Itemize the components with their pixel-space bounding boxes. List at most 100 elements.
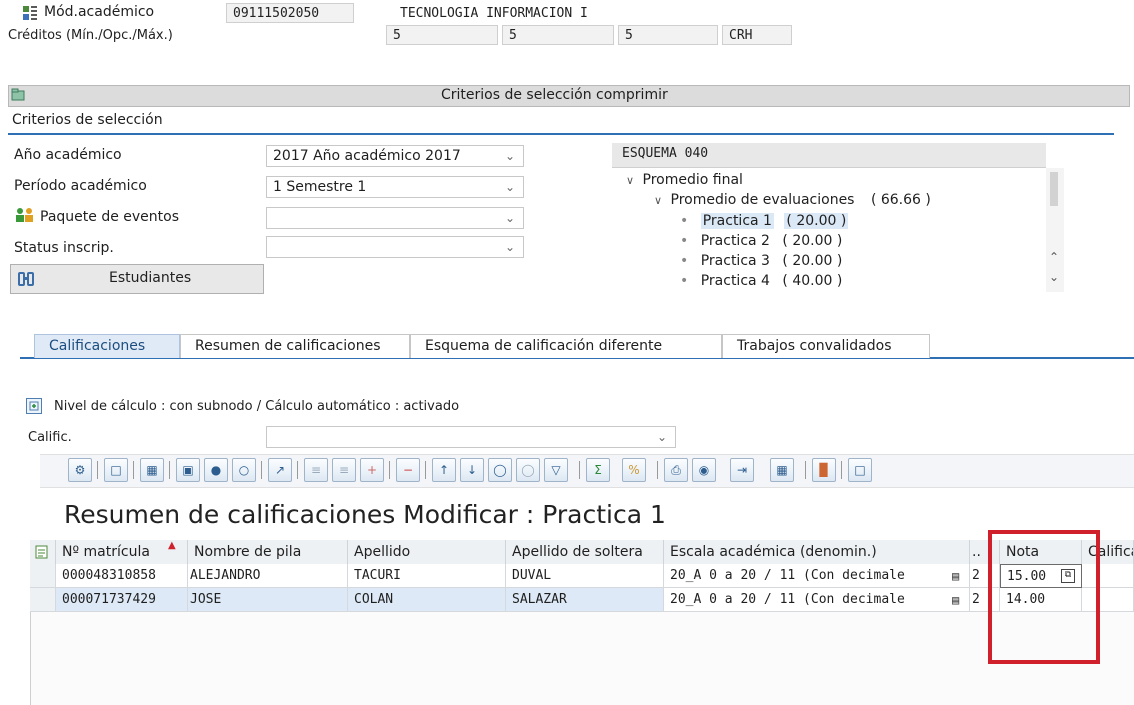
- bullet-icon: •: [680, 273, 689, 289]
- paquete-select[interactable]: ⌄: [266, 207, 524, 229]
- chevron-down-icon[interactable]: ⌄: [657, 427, 667, 447]
- select-all-icon[interactable]: [34, 544, 50, 560]
- row-selector[interactable]: [30, 588, 56, 612]
- ano-select[interactable]: 2017 Año académico 2017 ⌄: [266, 145, 524, 167]
- insert-row-icon[interactable]: ≡: [332, 458, 356, 482]
- periodo-label: Período académico: [14, 178, 147, 194]
- creditos-label: Créditos (Mín./Opc./Máx.): [8, 28, 173, 43]
- save-icon[interactable]: □: [104, 458, 128, 482]
- sort-ascending-icon[interactable]: ↑: [432, 458, 456, 482]
- find-icon[interactable]: ◯: [488, 458, 512, 482]
- value-help-icon[interactable]: ▤: [952, 588, 959, 611]
- cell-apellido: TACURI: [348, 564, 506, 588]
- tree-child-label: Promedio de evaluaciones: [670, 192, 855, 208]
- tab-esquema-diferente[interactable]: Esquema de calificación diferente: [410, 334, 722, 358]
- export-menu-icon[interactable]: ⇥: [730, 458, 754, 482]
- toolbar-separator: [133, 461, 134, 479]
- col-header-soltera[interactable]: Apellido de soltera: [506, 540, 664, 564]
- toolbar-separator: [297, 461, 298, 479]
- cell-escala[interactable]: 20_A 0 a 20 / 11 (Con decimale ▤: [664, 564, 970, 588]
- scheme-scrollbar[interactable]: ⌃ ⌄: [1046, 168, 1064, 292]
- ano-value: 2017 Año académico 2017: [273, 148, 461, 164]
- cred-opc-field: 5: [502, 25, 614, 45]
- criteria-divider: [8, 133, 1114, 135]
- row-selector[interactable]: [30, 564, 56, 588]
- chevron-down-icon[interactable]: ⌄: [505, 208, 515, 228]
- tree-item-value: ( 20.00 ): [784, 213, 849, 229]
- periodo-value: 1 Semestre 1: [273, 179, 367, 195]
- chevron-down-icon[interactable]: ⌄: [505, 177, 515, 197]
- col-header-matricula[interactable]: Nº matrícula ▲: [56, 540, 188, 564]
- tree-item[interactable]: • Practica 1 ( 20.00 ): [680, 213, 849, 229]
- expand-icon[interactable]: [26, 398, 42, 414]
- print-icon[interactable]: ⎙: [664, 458, 688, 482]
- bullet-icon: •: [680, 213, 689, 229]
- calific-select[interactable]: ⌄: [266, 426, 676, 448]
- ano-label: Año académico: [14, 147, 122, 163]
- calculator-icon[interactable]: ▦: [140, 458, 164, 482]
- chevron-down-icon[interactable]: ⌄: [505, 237, 515, 257]
- details-icon[interactable]: ⚙: [68, 458, 92, 482]
- copy-row-icon[interactable]: ≡: [304, 458, 328, 482]
- cell-matricula: 000048310858: [56, 564, 188, 588]
- tree-item-value: ( 20.00 ): [782, 233, 843, 249]
- scrollbar-thumb[interactable]: [1050, 172, 1058, 206]
- col-header-nombre[interactable]: Nombre de pila: [188, 540, 348, 564]
- filter-icon[interactable]: ▽: [544, 458, 568, 482]
- tree-root[interactable]: ∨ Promedio final: [626, 172, 743, 188]
- modulo-label: Mód.académico: [44, 4, 155, 20]
- tree-item[interactable]: • Practica 3 ( 20.00 ): [680, 253, 842, 269]
- chart-icon[interactable]: ▉: [812, 458, 836, 482]
- estudiantes-button[interactable]: Estudiantes: [10, 264, 264, 294]
- sort-descending-icon[interactable]: ↓: [460, 458, 484, 482]
- status-select[interactable]: ⌄: [266, 236, 524, 258]
- chevron-down-icon[interactable]: ⌄: [505, 146, 515, 166]
- layout-icon[interactable]: ▦: [770, 458, 794, 482]
- delete-icon[interactable]: −: [396, 458, 420, 482]
- tree-item[interactable]: • Practica 2 ( 20.00 ): [680, 233, 842, 249]
- cell-escala[interactable]: 20_A 0 a 20 / 11 (Con decimale ▤: [664, 588, 970, 612]
- find-next-icon[interactable]: ◯: [516, 458, 540, 482]
- toolbar-separator: [97, 461, 98, 479]
- sum-icon[interactable]: Σ: [586, 458, 610, 482]
- percent-icon[interactable]: %: [622, 458, 646, 482]
- nota-highlight-box: [988, 530, 1100, 664]
- criteria-bar-title: Criterios de selección comprimir: [441, 87, 668, 103]
- events-package-icon: [14, 206, 36, 224]
- toolbar-separator: [579, 461, 580, 479]
- toolbar-separator: [425, 461, 426, 479]
- more-icon[interactable]: □: [848, 458, 872, 482]
- chevron-down-icon[interactable]: ∨: [626, 174, 634, 187]
- cell-apellido: COLAN: [348, 588, 506, 612]
- display-icon[interactable]: ▣: [176, 458, 200, 482]
- col-header-matricula-label: Nº matrícula: [62, 544, 150, 560]
- chevron-down-icon[interactable]: ∨: [654, 194, 662, 207]
- sort-asc-icon[interactable]: ▲: [168, 540, 176, 558]
- criteria-collapse-bar[interactable]: Criterios de selección comprimir: [8, 85, 1130, 107]
- export-icon[interactable]: ↗: [268, 458, 292, 482]
- col-header-escala[interactable]: Escala académica (denomin.): [664, 540, 970, 564]
- tab-resumen[interactable]: Resumen de calificaciones: [180, 334, 410, 358]
- calific-label: Calific.: [28, 430, 72, 445]
- value-help-icon[interactable]: ▤: [952, 564, 959, 587]
- tree-item[interactable]: • Practica 4 ( 40.00 ): [680, 273, 842, 289]
- cell-escala-text: 20_A 0 a 20 / 11 (Con decimale: [670, 592, 905, 607]
- views-icon[interactable]: ◉: [692, 458, 716, 482]
- report-title: Resumen de calificaciones Modificar : Pr…: [64, 500, 666, 529]
- select-all-cell[interactable]: [30, 540, 56, 564]
- modulo-code-field[interactable]: 09111502050: [226, 3, 354, 23]
- unlock-icon[interactable]: ○: [232, 458, 256, 482]
- periodo-select[interactable]: 1 Semestre 1 ⌄: [266, 176, 524, 198]
- cred-unit-field: CRH: [722, 25, 792, 45]
- lock-icon[interactable]: ●: [204, 458, 228, 482]
- scroll-down-icon[interactable]: ⌄: [1049, 270, 1059, 284]
- tree-item-label: Practica 2: [700, 233, 770, 249]
- add-row-icon[interactable]: +: [360, 458, 384, 482]
- tree-item-label: Practica 3: [700, 253, 770, 269]
- scroll-up-icon[interactable]: ⌃: [1049, 250, 1059, 264]
- collapse-icon[interactable]: [11, 88, 25, 102]
- col-header-apellido[interactable]: Apellido: [348, 540, 506, 564]
- tab-trabajos[interactable]: Trabajos convalidados: [722, 334, 930, 358]
- tree-child[interactable]: ∨ Promedio de evaluaciones ( 66.66 ): [654, 192, 931, 208]
- tab-calificaciones[interactable]: Calificaciones: [34, 334, 180, 358]
